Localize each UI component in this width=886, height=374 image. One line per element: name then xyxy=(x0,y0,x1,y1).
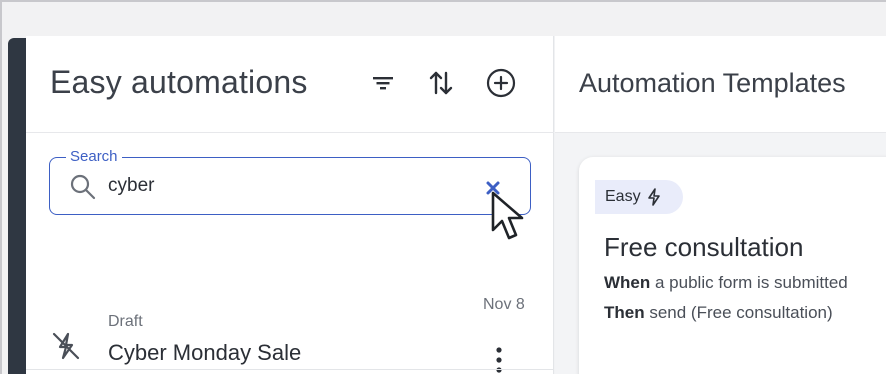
item-status: Draft xyxy=(108,313,143,330)
list-panel-header: Easy automations xyxy=(26,36,554,133)
lightning-icon xyxy=(647,188,660,206)
templates-title: Automation Templates xyxy=(579,68,846,98)
mouse-cursor-icon xyxy=(490,190,528,246)
then-keyword: Then xyxy=(604,303,645,322)
list-divider xyxy=(26,369,554,370)
sort-icon[interactable] xyxy=(424,66,458,100)
template-action-line: Then send (Free consultation) xyxy=(604,303,833,323)
filter-icon[interactable] xyxy=(366,66,400,100)
search-icon xyxy=(68,172,98,202)
window-top-strip xyxy=(0,0,886,36)
easy-badge: Easy xyxy=(595,180,683,214)
automation-templates-panel: Automation Templates Easy Free consultat… xyxy=(555,36,886,374)
item-date: Nov 8 xyxy=(483,296,525,313)
list-item[interactable]: Draft Cyber Monday Sale Nov 8 xyxy=(26,246,554,373)
page-title: Easy automations xyxy=(50,64,308,100)
template-card[interactable]: Easy Free consultation When a public for… xyxy=(579,157,886,374)
search-input-value[interactable]: cyber xyxy=(108,175,154,197)
then-text: send (Free consultation) xyxy=(644,303,833,322)
badge-label: Easy xyxy=(605,188,641,205)
when-text: a public form is submitted xyxy=(650,273,848,292)
template-title: Free consultation xyxy=(604,232,804,262)
templates-header: Automation Templates xyxy=(555,36,886,133)
add-automation-icon[interactable] xyxy=(484,66,518,100)
automations-list-panel: Easy automations Search cyber Draft Cybe… xyxy=(26,36,554,374)
when-keyword: When xyxy=(604,273,651,292)
item-title[interactable]: Cyber Monday Sale xyxy=(108,340,301,366)
search-label: Search xyxy=(66,148,122,165)
template-trigger-line: When a public form is submitted xyxy=(604,273,848,293)
sidebar-dark-edge xyxy=(8,38,26,374)
automation-off-icon xyxy=(50,330,82,362)
